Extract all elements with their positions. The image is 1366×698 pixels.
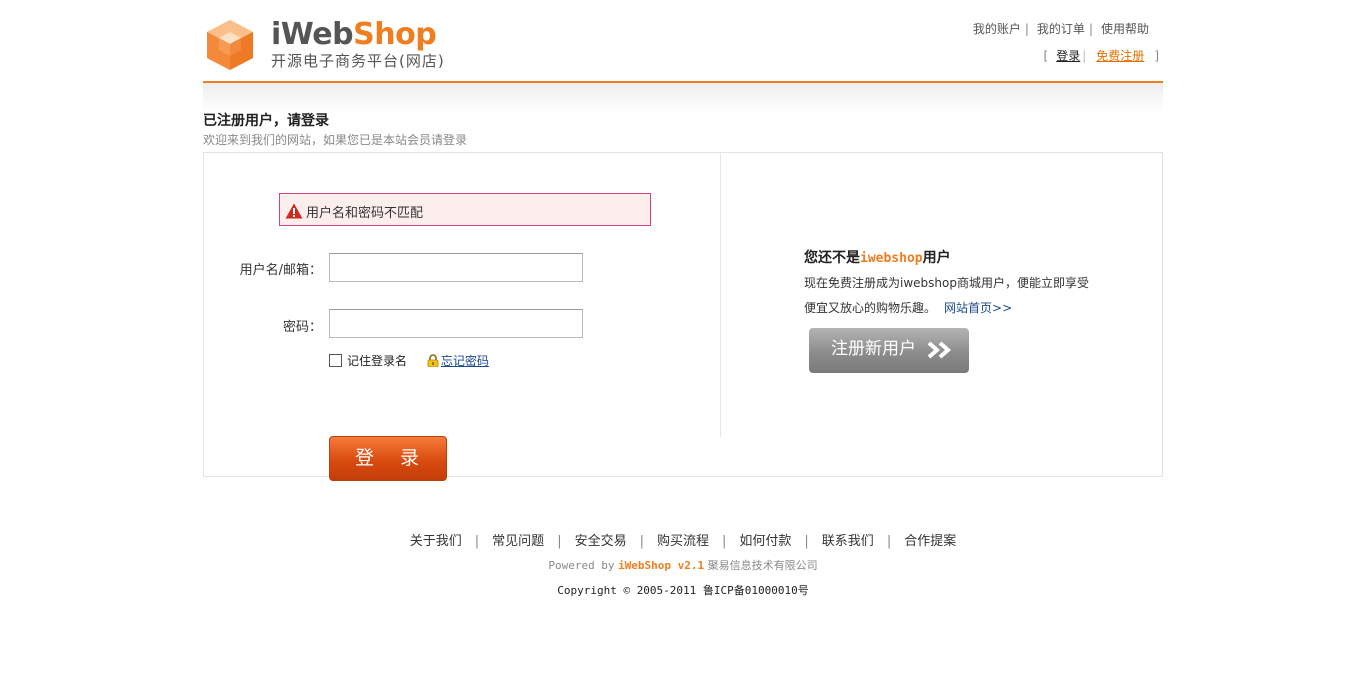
footer-separator: | bbox=[804, 534, 809, 549]
lock-icon bbox=[427, 354, 439, 367]
auth-open-bracket: [ bbox=[1043, 49, 1049, 63]
footer-link-purchase-flow[interactable]: 购买流程 bbox=[657, 534, 709, 549]
footer-link-contact[interactable]: 联系我们 bbox=[822, 534, 874, 549]
copyright: Copyright © 2005-2011 鲁ICP备01000010号 bbox=[557, 584, 809, 597]
header: iWebShop 开源电子商务平台(网店) 我的账户 | 我的订单 | 使用帮助 [登录… bbox=[203, 0, 1163, 83]
remember-checkbox[interactable] bbox=[329, 354, 342, 367]
register-title-suffix: 用户 bbox=[922, 250, 951, 266]
footer-separator: | bbox=[886, 534, 892, 549]
footer-separator: | bbox=[722, 534, 727, 549]
auth-separator: | bbox=[1082, 49, 1087, 63]
powered-by: Powered by iWebShop v2.1 聚易信息技术有限公司 bbox=[0, 557, 1366, 573]
powered-version[interactable]: iWebShop v2.1 bbox=[618, 559, 704, 572]
logo-cube-icon bbox=[207, 20, 253, 70]
top-link-separator: | bbox=[1024, 22, 1029, 36]
register-new-user-button[interactable]: 注册新用户 bbox=[809, 328, 969, 373]
header-shadow bbox=[203, 83, 1163, 113]
help-link[interactable]: 使用帮助 bbox=[1101, 22, 1149, 36]
header-register-link[interactable]: 免费注册 bbox=[1096, 49, 1144, 63]
remember-label[interactable]: 记住登录名 bbox=[347, 354, 407, 368]
register-title-prefix: 您还不是 bbox=[804, 250, 860, 266]
panel-divider bbox=[720, 153, 721, 437]
footer-links: 关于我们 | 常见问题 | 安全交易 | 购买流程 | 如何付款 | 联系我们 | 合作提案 bbox=[0, 530, 1366, 549]
my-orders-link[interactable]: 我的订单 bbox=[1037, 22, 1085, 36]
password-input[interactable] bbox=[329, 309, 583, 338]
register-title-brand: iwebshop bbox=[860, 251, 923, 266]
double-chevron-right-icon bbox=[927, 341, 952, 359]
login-box: 用户名和密码不匹配 用户名/邮箱： 密码： 记住登录名 忘记密码 登 录 您还不… bbox=[203, 152, 1163, 481]
logo[interactable]: iWebShop 开源电子商务平台(网店) bbox=[203, 18, 463, 74]
page-wrapper: iWebShop 开源电子商务平台(网店) 我的账户 | 我的订单 | 使用帮助 [登录… bbox=[203, 0, 1163, 481]
footer-separator: | bbox=[639, 534, 644, 549]
logo-subtitle: 开源电子商务平台(网店) bbox=[271, 52, 445, 70]
footer-link-payment[interactable]: 如何付款 bbox=[739, 534, 791, 549]
auth-close-bracket: ] bbox=[1154, 49, 1159, 63]
logo-primary: iWeb bbox=[271, 17, 354, 52]
powered-prefix: Powered by bbox=[548, 559, 615, 572]
footer-link-faq[interactable]: 常见问题 bbox=[492, 534, 544, 549]
register-pitch-text: 便宜又放心的购物乐趣。 bbox=[804, 301, 937, 315]
home-page-link[interactable]: 网站首页>> bbox=[944, 301, 1012, 315]
register-pitch-line1: 现在免费注册成为iwebshop商城用户，便能立即享受 bbox=[804, 276, 1089, 290]
error-message-box: 用户名和密码不匹配 bbox=[279, 193, 651, 226]
footer-separator: | bbox=[474, 534, 480, 549]
username-label: 用户名/邮箱： bbox=[239, 263, 322, 278]
logo-wordmark: iWebShop bbox=[271, 17, 437, 52]
remember-row: 记住登录名 忘记密码 bbox=[329, 352, 489, 369]
forgot-password-link[interactable]: 忘记密码 bbox=[441, 354, 489, 368]
footer-separator: | bbox=[557, 534, 562, 549]
footer-link-about[interactable]: 关于我们 bbox=[410, 534, 462, 549]
register-panel-title: 您还不是iwebshop用户 bbox=[804, 247, 951, 267]
auth-links: [ 登录 | 免费注册] bbox=[1044, 47, 1159, 64]
logo-accent: Shop bbox=[353, 17, 437, 52]
warning-icon bbox=[285, 203, 303, 219]
top-link-separator: | bbox=[1088, 22, 1093, 36]
top-links: 我的账户 | 我的订单 | 使用帮助 bbox=[973, 20, 1149, 37]
login-button[interactable]: 登 录 bbox=[329, 436, 447, 481]
page-title: 已注册用户，请登录 bbox=[203, 113, 329, 129]
username-input[interactable] bbox=[329, 253, 583, 282]
header-login-link[interactable]: 登录 bbox=[1056, 49, 1080, 63]
footer-link-partnership[interactable]: 合作提案 bbox=[904, 534, 956, 549]
my-account-link[interactable]: 我的账户 bbox=[973, 22, 1021, 36]
footer-link-security[interactable]: 安全交易 bbox=[575, 534, 627, 549]
register-button-label: 注册新用户 bbox=[831, 339, 916, 359]
register-pitch-line2: 便宜又放心的购物乐趣。 网站首页>> bbox=[804, 299, 1012, 316]
powered-company: 聚易信息技术有限公司 bbox=[707, 559, 818, 572]
page-description: 欢迎来到我们的网站，如果您已是本站会员请登录 bbox=[203, 133, 468, 147]
password-label: 密码： bbox=[282, 320, 322, 335]
error-message: 用户名和密码不匹配 bbox=[306, 206, 424, 221]
